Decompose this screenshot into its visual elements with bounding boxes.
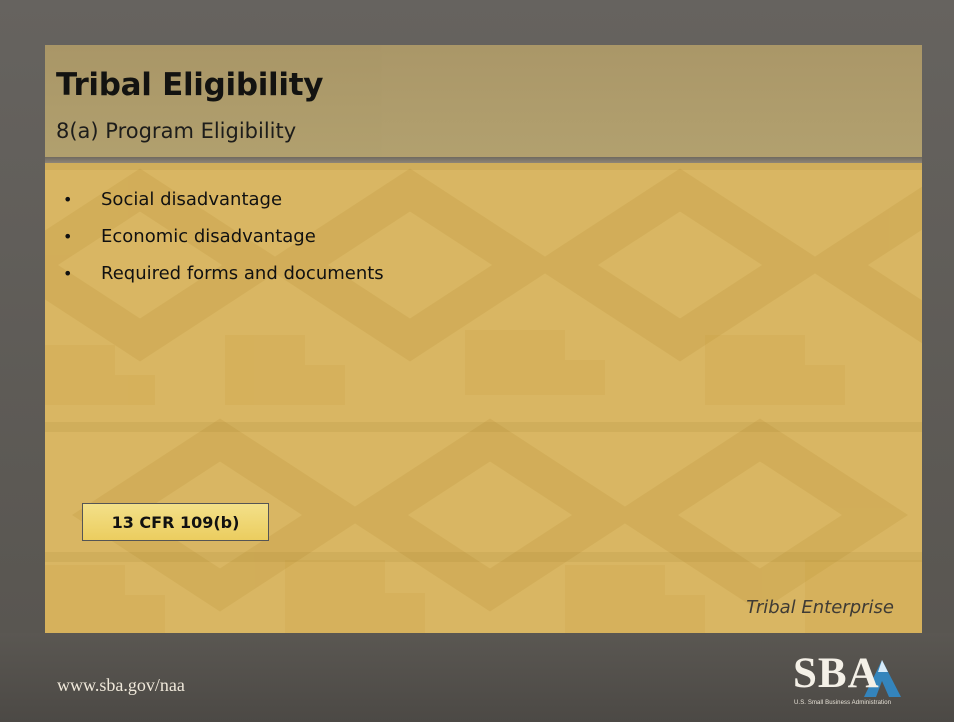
bullet-dot-icon: •: [63, 264, 73, 283]
slide-title: Tribal Eligibility: [56, 67, 324, 103]
regulation-reference-text: 13 CFR 109(b): [111, 512, 240, 532]
regulation-reference-box: 13 CFR 109(b): [82, 503, 269, 541]
bullet-item-social-disadvantage: • Social disadvantage: [63, 181, 384, 218]
sba-logo-wordmark: SBA: [793, 650, 880, 697]
bullet-item-economic-disadvantage: • Economic disadvantage: [63, 218, 384, 255]
bullet-text: Social disadvantage: [101, 189, 283, 210]
slide-footer-tag: Tribal Enterprise: [746, 597, 894, 618]
slide-subtitle: 8(a) Program Eligibility: [56, 119, 297, 143]
bullet-dot-icon: •: [63, 227, 73, 246]
slide-canvas: Tribal Eligibility 8(a) Program Eligibil…: [45, 45, 922, 633]
website-url: www.sba.gov/naa: [57, 675, 185, 695]
sba-logo-tagline: U.S. Small Business Administration: [794, 700, 892, 706]
bullet-item-required-forms-and-documents: • Required forms and documents: [63, 255, 384, 292]
title-bar: Tribal Eligibility 8(a) Program Eligibil…: [45, 45, 922, 157]
bullet-list: • Social disadvantage • Economic disadva…: [63, 181, 384, 292]
bullet-text: Required forms and documents: [101, 263, 384, 284]
bullet-dot-icon: •: [63, 190, 73, 209]
title-divider: [45, 157, 922, 163]
bullet-text: Economic disadvantage: [101, 226, 316, 247]
sba-logo: SBA U.S. Small Business Administration: [791, 650, 903, 713]
